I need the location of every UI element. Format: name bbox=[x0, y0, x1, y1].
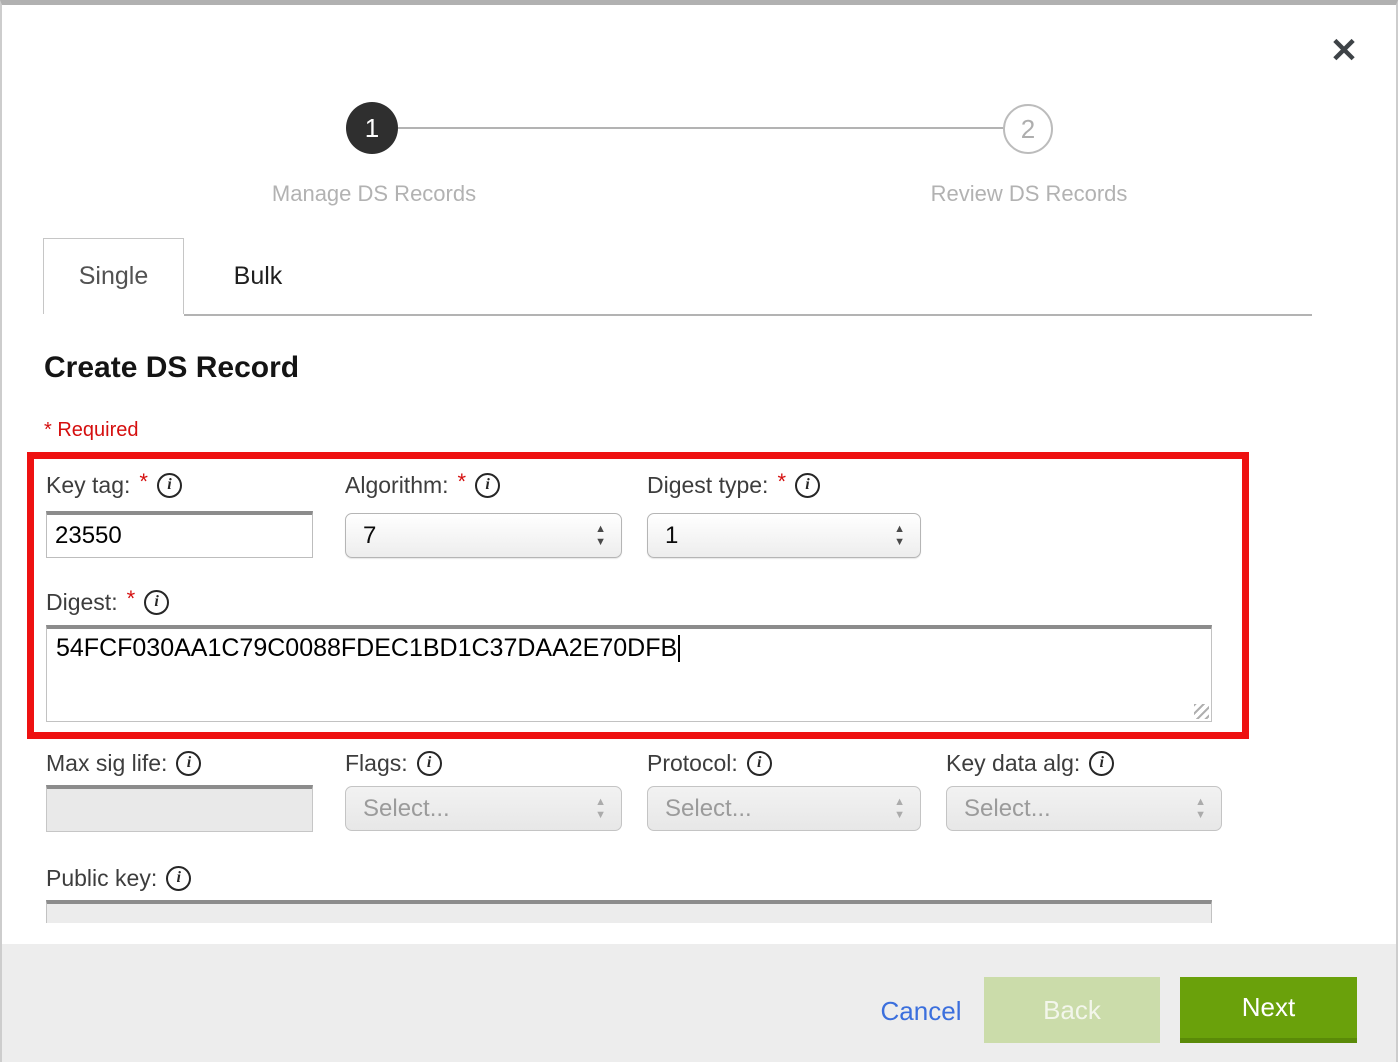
digest-textarea[interactable]: 54FCF030AA1C79C0088FDEC1BD1C37DAA2E70DFB bbox=[46, 625, 1212, 722]
step-1-label: Manage DS Records bbox=[214, 181, 534, 207]
key-tag-info-icon[interactable]: i bbox=[157, 473, 182, 498]
digest-type-select-value: 1 bbox=[665, 522, 678, 550]
algorithm-select-value: 7 bbox=[363, 522, 376, 550]
cancel-button[interactable]: Cancel bbox=[856, 996, 986, 1027]
key-tag-label-text: Key tag: bbox=[46, 472, 130, 499]
required-asterisk: * bbox=[139, 469, 148, 495]
step-1-circle: 1 bbox=[346, 102, 398, 154]
protocol-select[interactable]: Select... ▲ ▼ bbox=[647, 786, 921, 831]
digest-type-select[interactable]: 1 ▲ ▼ bbox=[647, 513, 921, 558]
digest-type-label-text: Digest type: bbox=[647, 472, 768, 499]
digest-type-info-icon[interactable]: i bbox=[795, 473, 820, 498]
back-button[interactable]: Back bbox=[984, 977, 1160, 1043]
flags-label-text: Flags: bbox=[345, 750, 408, 777]
digest-value: 54FCF030AA1C79C0088FDEC1BD1C37DAA2E70DFB bbox=[56, 634, 677, 662]
info-icon-glyph: i bbox=[1100, 755, 1104, 771]
create-ds-record-modal: ✕ 1 2 Manage DS Records Review DS Record… bbox=[0, 0, 1398, 1062]
digest-label: Digest: * i bbox=[46, 587, 169, 617]
arrow-up-icon: ▲ bbox=[894, 797, 905, 808]
algorithm-label-text: Algorithm: bbox=[345, 472, 449, 499]
step-2-circle: 2 bbox=[1003, 104, 1053, 154]
public-key-label-text: Public key: bbox=[46, 865, 157, 892]
key-data-alg-label: Key data alg: i bbox=[946, 748, 1114, 778]
key-tag-label: Key tag: * i bbox=[46, 470, 182, 500]
flags-info-icon[interactable]: i bbox=[417, 751, 442, 776]
stepper-connector-line bbox=[398, 127, 1003, 129]
arrow-down-icon: ▼ bbox=[595, 537, 606, 548]
arrow-up-icon: ▲ bbox=[1195, 797, 1206, 808]
arrow-down-icon: ▼ bbox=[894, 537, 905, 548]
tabs-underline bbox=[184, 314, 1312, 316]
tab-single[interactable]: Single bbox=[43, 238, 184, 314]
protocol-label: Protocol: i bbox=[647, 748, 772, 778]
key-data-alg-label-text: Key data alg: bbox=[946, 750, 1080, 777]
arrow-down-icon: ▼ bbox=[894, 810, 905, 821]
info-icon-glyph: i bbox=[757, 755, 761, 771]
info-icon-glyph: i bbox=[187, 755, 191, 771]
protocol-label-text: Protocol: bbox=[647, 750, 738, 777]
arrow-up-icon: ▲ bbox=[894, 524, 905, 535]
info-icon-glyph: i bbox=[167, 477, 171, 493]
required-asterisk: * bbox=[127, 586, 136, 612]
tab-bulk[interactable]: Bulk bbox=[184, 238, 332, 314]
arrow-down-icon: ▼ bbox=[1195, 810, 1206, 821]
max-sig-life-input[interactable] bbox=[46, 785, 313, 832]
protocol-select-value: Select... bbox=[665, 795, 752, 823]
flags-label: Flags: i bbox=[345, 748, 442, 778]
close-icon[interactable]: ✕ bbox=[1322, 29, 1366, 73]
arrow-down-icon: ▼ bbox=[595, 810, 606, 821]
algorithm-label: Algorithm: * i bbox=[345, 470, 500, 500]
key-tag-input[interactable] bbox=[46, 511, 313, 558]
algorithm-select[interactable]: 7 ▲ ▼ bbox=[345, 513, 622, 558]
max-sig-life-label: Max sig life: i bbox=[46, 748, 201, 778]
arrow-up-icon: ▲ bbox=[595, 524, 606, 535]
public-key-label: Public key: i bbox=[46, 863, 191, 893]
info-icon-glyph: i bbox=[485, 477, 489, 493]
flags-select-value: Select... bbox=[363, 795, 450, 823]
required-asterisk: * bbox=[458, 469, 467, 495]
next-button[interactable]: Next bbox=[1180, 977, 1357, 1043]
public-key-textarea[interactable] bbox=[46, 900, 1212, 923]
info-icon-glyph: i bbox=[427, 755, 431, 771]
step-2-label: Review DS Records bbox=[869, 181, 1189, 207]
info-icon-glyph: i bbox=[176, 870, 180, 886]
select-arrows-icon: ▲ ▼ bbox=[595, 797, 606, 821]
text-cursor bbox=[678, 635, 680, 662]
key-data-alg-info-icon[interactable]: i bbox=[1089, 751, 1114, 776]
resize-handle-icon[interactable] bbox=[1194, 704, 1209, 719]
digest-info-icon[interactable]: i bbox=[144, 590, 169, 615]
key-data-alg-select-value: Select... bbox=[964, 795, 1051, 823]
digest-type-label: Digest type: * i bbox=[647, 470, 820, 500]
flags-select[interactable]: Select... ▲ ▼ bbox=[345, 786, 622, 831]
info-icon-glyph: i bbox=[805, 477, 809, 493]
max-sig-life-label-text: Max sig life: bbox=[46, 750, 167, 777]
public-key-info-icon[interactable]: i bbox=[166, 866, 191, 891]
required-asterisk: * bbox=[777, 469, 786, 495]
select-arrows-icon: ▲ ▼ bbox=[1195, 797, 1206, 821]
arrow-up-icon: ▲ bbox=[595, 797, 606, 808]
select-arrows-icon: ▲ ▼ bbox=[894, 797, 905, 821]
info-icon-glyph: i bbox=[154, 594, 158, 610]
page-title: Create DS Record bbox=[44, 351, 299, 385]
digest-label-text: Digest: bbox=[46, 589, 118, 616]
select-arrows-icon: ▲ ▼ bbox=[595, 524, 606, 548]
algorithm-info-icon[interactable]: i bbox=[475, 473, 500, 498]
required-note: * Required bbox=[44, 419, 139, 442]
footer: Cancel Back Next bbox=[2, 944, 1396, 1062]
max-sig-life-info-icon[interactable]: i bbox=[176, 751, 201, 776]
select-arrows-icon: ▲ ▼ bbox=[894, 524, 905, 548]
protocol-info-icon[interactable]: i bbox=[747, 751, 772, 776]
key-data-alg-select[interactable]: Select... ▲ ▼ bbox=[946, 786, 1222, 831]
